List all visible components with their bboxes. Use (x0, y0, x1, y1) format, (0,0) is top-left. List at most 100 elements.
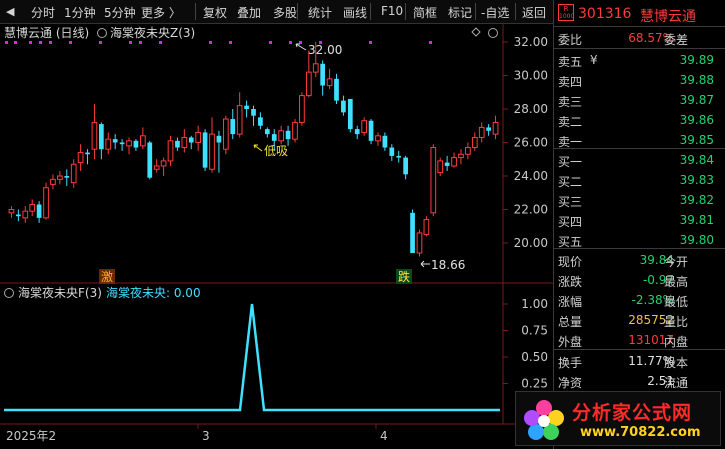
buy-level-2[interactable]: 买二 39.83 (554, 170, 725, 190)
signal-dot (429, 41, 432, 44)
settings-icon[interactable] (488, 28, 498, 38)
candle-body-down (16, 214, 21, 217)
indicator-chart[interactable]: 1.00 0.75 0.50 0.25 海棠夜未央F(3) 海棠夜未央: 0.00 2025… (0, 284, 553, 449)
candle-body-up (70, 163, 77, 184)
y-tick-label: 24.00 (514, 169, 548, 183)
quote-row-3[interactable]: 总量 285752 量比 (554, 310, 725, 330)
signal-dot (229, 41, 232, 44)
y-tick-label: 20.00 (514, 236, 548, 250)
candle-body-down (320, 63, 326, 86)
toolbar-separator (515, 3, 516, 20)
toolbar-separator (405, 3, 406, 20)
candle-body-up (312, 63, 319, 73)
toolbar-separator (370, 3, 371, 20)
tab-5min[interactable]: 5分钟 (104, 4, 136, 21)
signal-dot (159, 41, 162, 44)
sell-level-5-label: 卖五 (558, 55, 583, 69)
divider (554, 48, 725, 49)
tab-1min[interactable]: 1分钟 (64, 4, 96, 21)
btn-back[interactable]: 返回 (522, 4, 546, 21)
candle-body-up (437, 160, 444, 174)
candle-body-up (195, 131, 202, 143)
quote2-row-0[interactable]: 换手 11.77% 股本 (554, 351, 725, 371)
buy-level-3-value: 39.82 (679, 193, 714, 207)
signal-dot (289, 41, 292, 44)
candle-body-up (375, 135, 381, 142)
y-tick-label: 0.75 (521, 324, 548, 338)
buy-level-3-label: 买三 (558, 195, 583, 209)
btn-duogu[interactable]: 多股 (273, 4, 297, 21)
menu-more[interactable]: 更多 〉 (141, 4, 181, 21)
candle-body-up (423, 219, 430, 236)
candle-body-down (382, 135, 388, 148)
low-annotation: 18.66 (431, 258, 465, 272)
quote2-row-1[interactable]: 净资 2.51 流通 (554, 371, 725, 391)
candle-body-up (478, 126, 485, 138)
quote-row-4-label: 外盘 (558, 335, 583, 349)
quote-row-2-label2: 最低 (664, 295, 689, 309)
candle-body-down (334, 78, 339, 101)
sell-level-3[interactable]: 卖三 39.87 (554, 90, 725, 110)
signal-dot (14, 41, 17, 44)
diamond-icon[interactable] (471, 27, 481, 37)
back-arrow-icon[interactable]: ◀ (6, 5, 14, 18)
btn-huaxian[interactable]: 画线 (343, 4, 367, 21)
candle-body-down (202, 132, 208, 168)
tab-fenshi[interactable]: 分时 (31, 4, 55, 21)
x-tick-label: 4 (380, 429, 388, 443)
buy-level-3[interactable]: 买三 39.82 (554, 190, 725, 210)
btn-biaoji[interactable]: 标记 (448, 4, 472, 21)
candle-body-down (251, 109, 256, 116)
signal-dot (49, 41, 52, 44)
indicator-svg[interactable]: 1.00 0.75 0.50 0.25 海棠夜未央F(3) 海棠夜未央: 0.00 2025… (0, 284, 553, 449)
buy-level-2-value: 39.83 (679, 173, 714, 187)
toolbar-separator (297, 3, 298, 20)
btn-f10[interactable]: F10 (381, 4, 403, 18)
btn-fuquan[interactable]: 复权 (203, 4, 227, 21)
sell-level-4-label: 卖四 (558, 75, 583, 89)
quote-row-2[interactable]: 涨幅 -2.38% 最低 (554, 290, 725, 310)
btn-tongji[interactable]: 统计 (308, 4, 332, 21)
flower-logo-icon (524, 400, 564, 440)
quote2-row-1-label2: 流通 (664, 376, 689, 390)
buy-level-4[interactable]: 买四 39.81 (554, 210, 725, 230)
stock-badge-bottom: 1000 (559, 13, 575, 20)
divider (554, 148, 725, 149)
sell-level-1[interactable]: 卖一 39.85 (554, 130, 725, 150)
candle-body-up (236, 105, 243, 135)
candle-body-down (112, 139, 118, 143)
candle-body-down (368, 120, 374, 141)
sell-level-5[interactable]: 卖五 39.89 ¥ (554, 50, 725, 70)
buy-level-5[interactable]: 买五 39.80 (554, 230, 725, 250)
signal-dot (5, 41, 8, 44)
sell-level-2[interactable]: 卖二 39.86 (554, 110, 725, 130)
candlestick-svg[interactable]: 32.00 30.00 28.00 26.00 24.00 22.00 20.00 慧博云通 … (0, 24, 553, 284)
candle-body-down (147, 142, 153, 178)
quote-row-1-label: 涨跌 (558, 275, 583, 289)
quote-row-0[interactable]: 现价 39.84 今开 (554, 250, 725, 270)
main-candlestick-chart[interactable]: 32.00 30.00 28.00 26.00 24.00 22.00 20.00 慧博云通 … (0, 24, 553, 284)
candle-body-up (222, 118, 229, 150)
candle-body-down (244, 105, 249, 109)
btn-jiankuang[interactable]: 简框 (413, 4, 437, 21)
buy-level-4-value: 39.81 (679, 213, 714, 227)
btn-zixuan[interactable]: -自选 (481, 4, 509, 21)
marker-ji: 激 (101, 270, 113, 284)
sell-level-1-value: 39.85 (679, 133, 714, 147)
x-tick-label: 3 (202, 429, 210, 443)
toolbar-separator (195, 3, 196, 20)
candle-body-up (77, 152, 84, 164)
quote-row-1[interactable]: 涨跌 -0.97 最高 (554, 270, 725, 290)
buy-level-1[interactable]: 买一 39.84 (554, 150, 725, 170)
candle-body-up (126, 140, 132, 147)
candle-body-up (160, 160, 167, 167)
watermark-logo: 分析家公式网 www.70822.com (515, 391, 721, 446)
candle-body-up (326, 78, 333, 87)
sell-level-4[interactable]: 卖四 39.88 (554, 70, 725, 90)
indicator-collapse-icon[interactable] (97, 28, 107, 38)
candle-body-down (271, 134, 277, 141)
signal-dot (139, 41, 142, 44)
indicator-collapse-icon[interactable] (4, 288, 14, 298)
btn-diejia[interactable]: 叠加 (237, 4, 261, 21)
quote-row-4[interactable]: 外盘 131017 内盘 (554, 330, 725, 350)
